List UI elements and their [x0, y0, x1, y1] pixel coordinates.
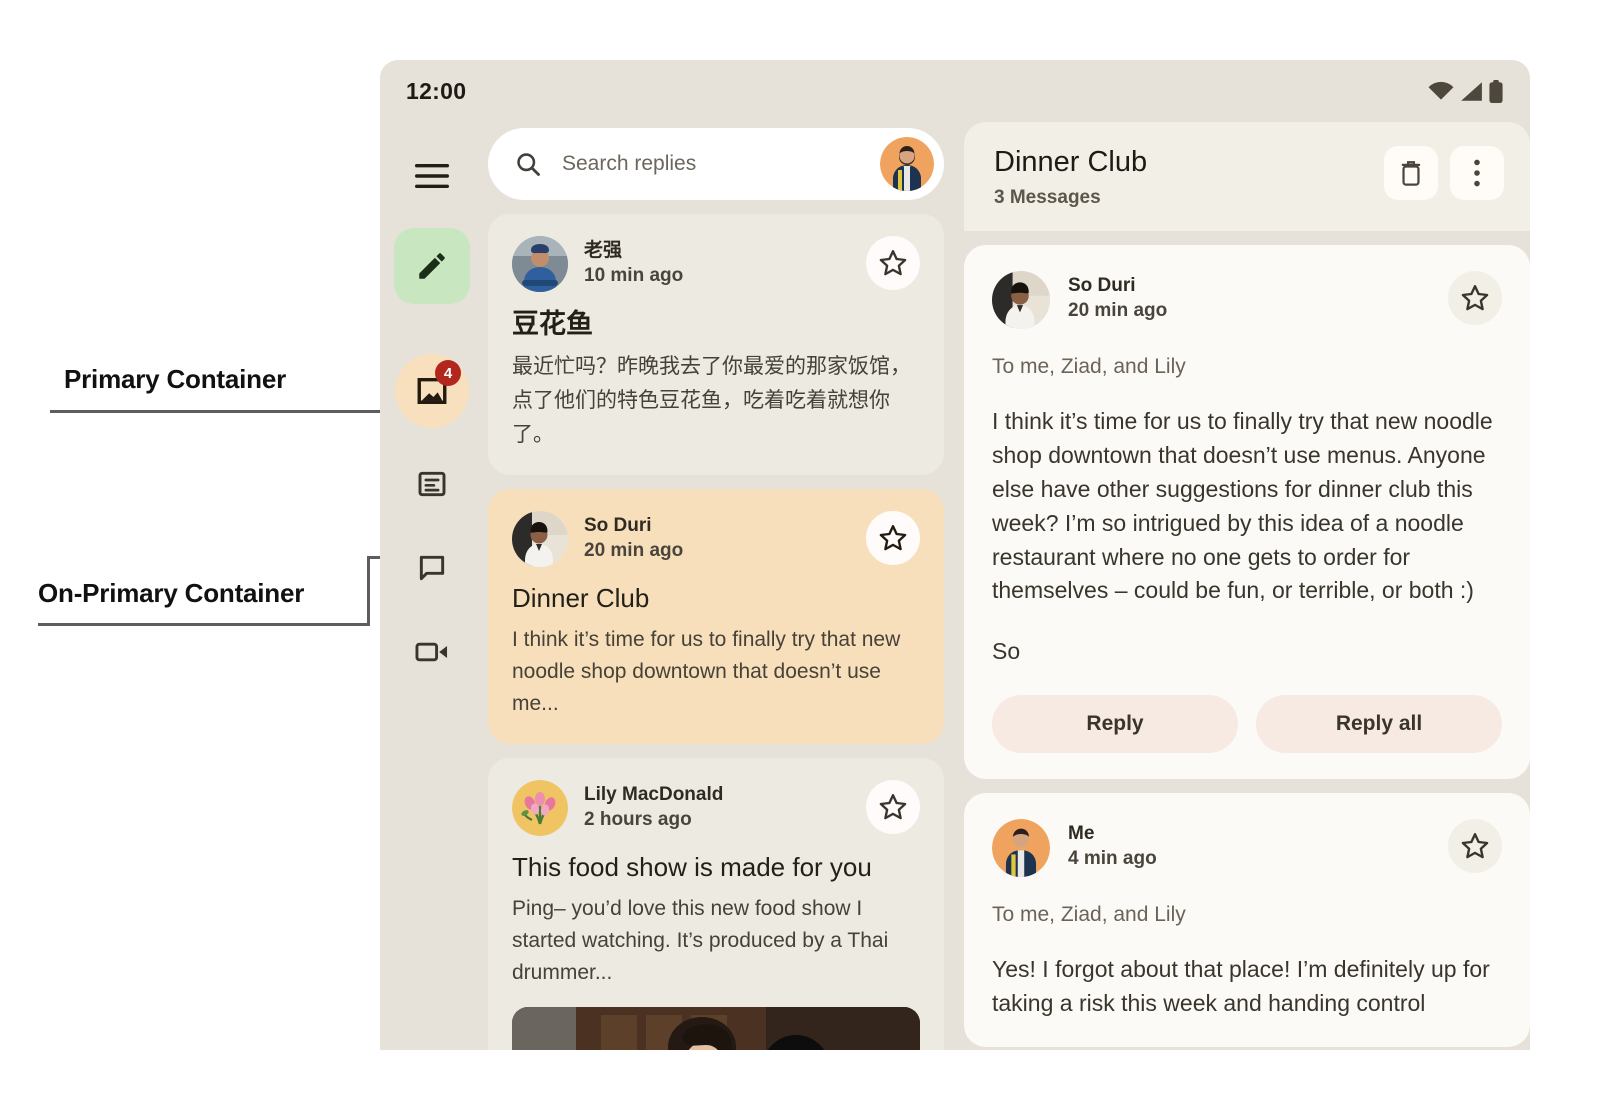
list-item[interactable]: 老强 10 min ago 豆花鱼 最近忙吗？昨晚我去了你最爱的那家饭馆，点了他…	[488, 214, 944, 476]
star-outline-icon	[1460, 831, 1490, 861]
message-header: Me 4 min ago	[992, 819, 1502, 878]
list-item-time: 10 min ago	[584, 264, 684, 286]
status-bar-icons	[1428, 79, 1504, 103]
list-item-time: 2 hours ago	[584, 808, 692, 830]
hamburger-menu-icon	[414, 163, 450, 189]
star-outline-icon	[878, 792, 908, 822]
sidebar-item-chat[interactable]	[396, 540, 468, 596]
list-item-meta: 老强 10 min ago	[584, 236, 850, 288]
list-item-snippet: 最近忙吗？昨晚我去了你最爱的那家饭馆，点了他们的特色豆花鱼，吃着吃着就想你了。	[512, 355, 911, 446]
message-card[interactable]: So Duri 20 min ago To me, Ziad, and Lily	[964, 245, 1530, 780]
thread-detail-pane: Dinner Club 3 Messages So Duri 20 min ag…	[954, 122, 1530, 1050]
search-bar[interactable]: Search replies	[488, 128, 944, 200]
message-header: So Duri 20 min ago	[992, 271, 1502, 330]
list-item[interactable]: Lily MacDonald 2 hours ago This food sho…	[488, 758, 944, 1050]
sidebar-item-video[interactable]	[396, 624, 468, 680]
avatar	[992, 819, 1050, 878]
hamburger-menu-button[interactable]	[396, 150, 468, 202]
list-item[interactable]: So Duri 20 min ago Dinner Club I think i…	[488, 489, 944, 745]
star-outline-icon	[878, 248, 908, 278]
message-recipients: To me, Ziad, and Lily	[992, 903, 1186, 927]
message-body: I think it’s time for us to finally try …	[992, 408, 1493, 604]
list-item-sender: 老强	[584, 240, 623, 261]
list-item-header: 老强 10 min ago	[512, 236, 920, 292]
search-input[interactable]: Search replies	[562, 152, 860, 176]
message-sender: Me	[1068, 823, 1095, 845]
device-screen: 12:00 4 Search replies 老强 10 min ago 豆花鱼…	[380, 60, 1530, 1050]
annotation-leader-onprimary-h1	[38, 623, 370, 626]
video-camera-icon	[415, 637, 449, 667]
message-meta: So Duri 20 min ago	[1068, 271, 1430, 323]
reply-all-button[interactable]: Reply all	[1256, 695, 1502, 754]
annotation-label-on-primary-container: On-Primary Container	[38, 578, 305, 608]
star-button[interactable]	[1448, 271, 1502, 326]
avatar	[512, 780, 568, 837]
screenshot-root: Primary Container On-Primary Container 1…	[0, 0, 1600, 1096]
list-item-header: Lily MacDonald 2 hours ago	[512, 780, 920, 837]
sidebar-item-articles[interactable]	[396, 456, 468, 512]
avatar[interactable]	[880, 137, 934, 191]
reply-button[interactable]: Reply	[992, 695, 1238, 754]
avatar	[512, 236, 568, 292]
message-card[interactable]: Me 4 min ago To me, Ziad, and Lily Yes! …	[964, 793, 1530, 1047]
star-outline-icon	[878, 523, 908, 553]
message-signature: So	[992, 638, 1021, 665]
star-button[interactable]	[866, 511, 920, 566]
battery-icon	[1488, 79, 1504, 103]
annotation-leader-primary-h1	[50, 410, 385, 413]
list-item-snippet: Ping– you’d love this new food show I st…	[512, 897, 889, 985]
avatar	[512, 511, 568, 568]
message-body: Yes! I forgot about that place! I’m defi…	[992, 956, 1490, 1016]
message-recipients: To me, Ziad, and Lily	[992, 355, 1186, 379]
list-item-title: Dinner Club	[512, 583, 650, 614]
compose-fab[interactable]	[394, 228, 470, 304]
articles-icon	[416, 468, 448, 500]
annotation-leader-onprimary-v	[367, 556, 370, 626]
list-item-header: So Duri 20 min ago	[512, 511, 920, 568]
thread-header-titles: Dinner Club 3 Messages	[994, 146, 1372, 209]
status-bar: 12:00	[380, 60, 1530, 122]
status-bar-time: 12:00	[406, 77, 467, 104]
message-time: 20 min ago	[1068, 300, 1168, 322]
avatar	[992, 271, 1050, 330]
inbox-badge: 4	[435, 360, 461, 386]
annotation-label-primary-container: Primary Container	[64, 364, 287, 394]
message-sender: So Duri	[1068, 275, 1136, 297]
pencil-edit-icon	[415, 249, 449, 283]
message-meta: Me 4 min ago	[1068, 819, 1430, 871]
list-item-image	[512, 1006, 920, 1050]
list-item-meta: Lily MacDonald 2 hours ago	[584, 780, 850, 832]
list-item-meta: So Duri 20 min ago	[584, 511, 850, 563]
page-title: Dinner Club	[994, 146, 1148, 178]
list-item-time: 20 min ago	[584, 539, 684, 561]
list-item-snippet: I think it’s time for us to finally try …	[512, 628, 901, 716]
more-vertical-icon	[1473, 159, 1481, 187]
thread-message-count: 3 Messages	[994, 187, 1101, 209]
delete-button[interactable]	[1384, 146, 1438, 200]
delete-trash-icon	[1398, 159, 1424, 187]
navigation-rail: 4	[380, 122, 484, 1050]
device-body: 4 Search replies 老强 10 min ago 豆花鱼 最近忙吗？…	[380, 122, 1530, 1050]
list-item-sender: So Duri	[584, 515, 652, 537]
list-item-sender: Lily MacDonald	[584, 784, 724, 806]
star-outline-icon	[1460, 283, 1490, 313]
list-item-title: 豆花鱼	[512, 309, 593, 339]
star-button[interactable]	[1448, 819, 1502, 874]
sidebar-item-inbox[interactable]: 4	[395, 354, 469, 428]
star-button[interactable]	[866, 780, 920, 835]
chat-bubble-icon	[416, 552, 448, 584]
wifi-icon	[1428, 81, 1454, 101]
star-button[interactable]	[866, 236, 920, 290]
cellular-signal-icon	[1459, 81, 1483, 102]
more-options-button[interactable]	[1450, 146, 1504, 200]
message-actions: Reply Reply all	[992, 695, 1502, 754]
reply-list-pane: Search replies 老强 10 min ago 豆花鱼 最近忙吗？昨晚…	[484, 122, 954, 1050]
message-time: 4 min ago	[1068, 847, 1157, 869]
thread-header: Dinner Club 3 Messages	[964, 122, 1530, 232]
list-item-title: This food show is made for you	[512, 852, 872, 883]
search-icon	[514, 150, 542, 178]
